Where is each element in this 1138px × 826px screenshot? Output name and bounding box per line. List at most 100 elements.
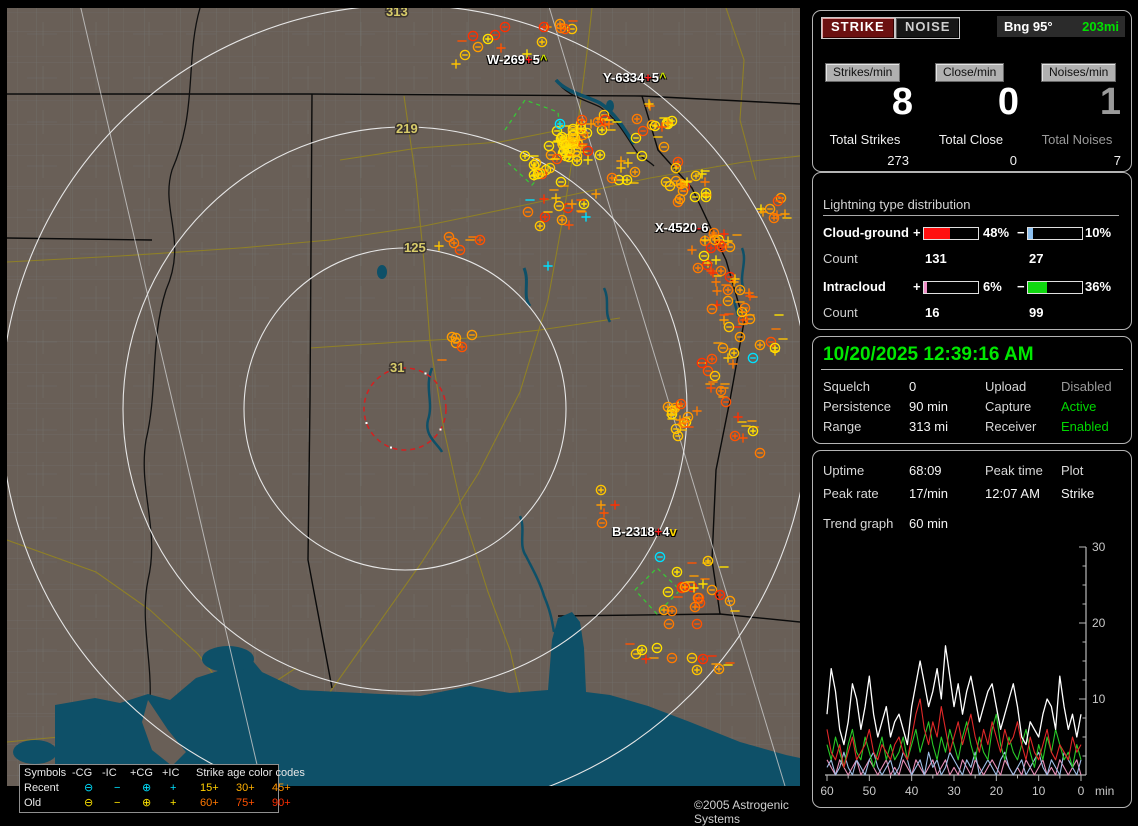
cg-minus-bar-fill (1028, 228, 1034, 239)
ic-minus-bar-fill (1028, 282, 1048, 293)
peak-time-value: 12:07 AM (985, 486, 1040, 501)
trend-series--cg (826, 751, 1082, 776)
legend-cg-minus-header: -CG (72, 767, 93, 779)
cloud-ground-label: Cloud-ground (823, 225, 909, 240)
plus-sign: + (913, 279, 921, 294)
plot-label: Plot (1061, 463, 1084, 478)
trend-series-total (826, 645, 1082, 746)
svg-text:40: 40 (905, 784, 919, 798)
legend-cg-plus-header: +CG (130, 767, 153, 779)
trend-graph-label: Trend graph (823, 516, 894, 531)
legend-row-label: Old (24, 797, 42, 809)
trend-window-value: 60 min (909, 516, 949, 531)
total-strikes-value: 273 (887, 153, 909, 168)
svg-text:313: 313 (386, 8, 408, 19)
storm-cell-label: W-269+5^ (487, 52, 548, 67)
legend-age-code: 90+ (272, 797, 291, 809)
minus-sign: − (1017, 225, 1025, 240)
status-value: 313 mi (909, 419, 949, 434)
ic-plus-bar (923, 281, 979, 294)
status-value: Disabled (1061, 379, 1112, 394)
legend-ic-plus-header: +IC (162, 767, 180, 779)
uptime-value: 68:09 (909, 463, 942, 478)
status-label-receiver: Receiver (985, 419, 1037, 434)
minus-sign: − (1017, 279, 1025, 294)
cg-minus-bar (1027, 227, 1083, 240)
cg-minus-count: 27 (1029, 251, 1044, 266)
cg-count-label: Count (823, 251, 858, 266)
status-label-squelch: Squelch (823, 379, 870, 394)
svg-text:30: 30 (947, 784, 961, 798)
legend-symbol-icon: ⊕ (142, 782, 152, 794)
strikes-per-min-value: 8 (891, 81, 913, 123)
status-label-capture: Capture (985, 399, 1032, 414)
total-noises-value: 7 (1113, 153, 1121, 168)
counter-panel: STRIKE NOISE Bng 95° 203mi Strikes/min C… (812, 10, 1132, 172)
svg-text:20: 20 (990, 784, 1004, 798)
peak-time-label: Peak time (985, 463, 1043, 478)
total-strikes-label: Total Strikes (829, 132, 901, 147)
legend-age-code: 30+ (236, 782, 255, 794)
svg-text:0: 0 (1078, 784, 1085, 798)
status-label-persistence: Persistence (823, 399, 891, 414)
trend-graph: 10 20 30 60 50 40 30 20 10 0 min (820, 540, 1114, 798)
noises-per-min-value: 1 (1099, 81, 1121, 123)
ic-minus-bar (1027, 281, 1083, 294)
svg-text:125: 125 (404, 240, 426, 255)
storm-cell-label: B-2318+4v (612, 524, 677, 539)
svg-text:20: 20 (1092, 616, 1106, 630)
status-value: 90 min (909, 399, 949, 414)
uptime-label: Uptime (823, 463, 865, 478)
ic-plus-count: 16 (925, 305, 940, 320)
peak-rate-label: Peak rate (823, 486, 879, 501)
status-value: 0 (909, 379, 917, 394)
ic-minus-pct: 36% (1085, 279, 1112, 294)
ic-plus-pct: 6% (983, 279, 1002, 294)
legend-symbol-icon: − (114, 797, 121, 809)
plus-sign: + (913, 225, 921, 240)
status-panel: 10/20/2025 12:39:16 AM Squelch 0 Upload Dis… (812, 336, 1132, 444)
copyright-text: ©2005 Astrogenic Systems (694, 798, 789, 826)
status-value: Enabled (1061, 419, 1109, 434)
map-canvas[interactable]: 125 219 313 31 (0, 0, 810, 814)
legend-symbols-header: Symbols (24, 767, 67, 779)
peak-rate-value: 17/min (909, 486, 949, 501)
close-per-min-chip: Close/min (935, 63, 1005, 82)
strikes-per-min-chip: Strikes/min (825, 63, 901, 82)
status-label-upload: Upload (985, 379, 1027, 394)
total-close-label: Total Close (938, 132, 1004, 147)
bearing-label: Bng 95° (1004, 19, 1053, 34)
svg-text:30: 30 (1092, 540, 1106, 554)
cg-minus-pct: 10% (1085, 225, 1112, 240)
ic-minus-count: 99 (1029, 305, 1044, 320)
strike-mode-button[interactable]: STRIKE (821, 17, 895, 39)
lightning-map[interactable]: 125 219 313 31 W-269+5^ Y-6334+5^ X-4520-6 B-2… (0, 0, 810, 826)
cg-plus-bar-fill (924, 228, 950, 239)
svg-text:10: 10 (1032, 784, 1046, 798)
strike-legend: Symbols -CG -IC +CG +IC Strike age color… (19, 764, 305, 813)
distribution-header: Lightning type distribution (823, 197, 1119, 216)
legend-ic-minus-header: -IC (102, 767, 117, 779)
status-value: Active (1061, 399, 1097, 414)
legend-age-code: 15+ (200, 782, 219, 794)
intracloud-label: Intracloud (823, 279, 886, 294)
svg-text:219: 219 (396, 121, 418, 136)
legend-age-code: 60+ (200, 797, 219, 809)
svg-text:31: 31 (390, 360, 404, 375)
legend-symbol-icon: + (170, 782, 177, 794)
ic-count-label: Count (823, 305, 858, 320)
storm-cell-label: X-4520-6 (655, 220, 709, 235)
total-close-value: 0 (1009, 153, 1017, 168)
total-noises-label: Total Noises (1041, 132, 1113, 147)
svg-text:10: 10 (1092, 692, 1106, 706)
svg-text:60: 60 (820, 784, 834, 798)
plot-mode-value: Strike (1061, 486, 1095, 501)
noise-mode-button[interactable]: NOISE (895, 17, 961, 39)
svg-text:50: 50 (863, 784, 877, 798)
close-per-min-value: 0 (997, 81, 1019, 123)
legend-age-title: Strike age color codes (196, 767, 305, 779)
trend-panel: Uptime 68:09 Peak time Plot Peak rate 17… (812, 450, 1132, 808)
divider (821, 369, 1123, 370)
svg-text:min: min (1095, 784, 1114, 798)
legend-age-code: 75+ (236, 797, 255, 809)
